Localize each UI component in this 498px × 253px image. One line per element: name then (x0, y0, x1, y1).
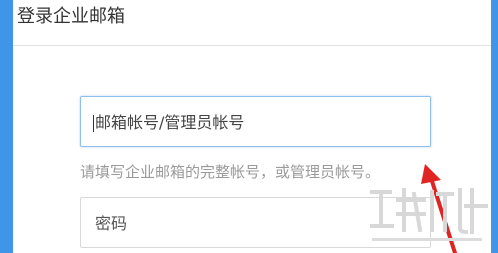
account-hint-text: 请填写企业邮箱的完整帐号，或管理员帐号。 (80, 163, 381, 181)
background-edge-right (491, 0, 498, 253)
password-input[interactable]: 密码 (80, 197, 431, 248)
text-caret (93, 115, 94, 132)
login-dialog: 登录企业邮箱 邮箱帐号/管理员帐号 请填写企业邮箱的完整帐号，或管理员帐号。 密… (13, 0, 491, 253)
account-input[interactable]: 邮箱帐号/管理员帐号 (80, 96, 431, 147)
background-edge-left (0, 0, 13, 253)
account-input-placeholder: 邮箱帐号/管理员帐号 (95, 113, 245, 132)
dialog-title: 登录企业邮箱 (17, 6, 125, 27)
password-input-placeholder: 密码 (95, 214, 128, 233)
dialog-header: 登录企业邮箱 (13, 0, 491, 46)
